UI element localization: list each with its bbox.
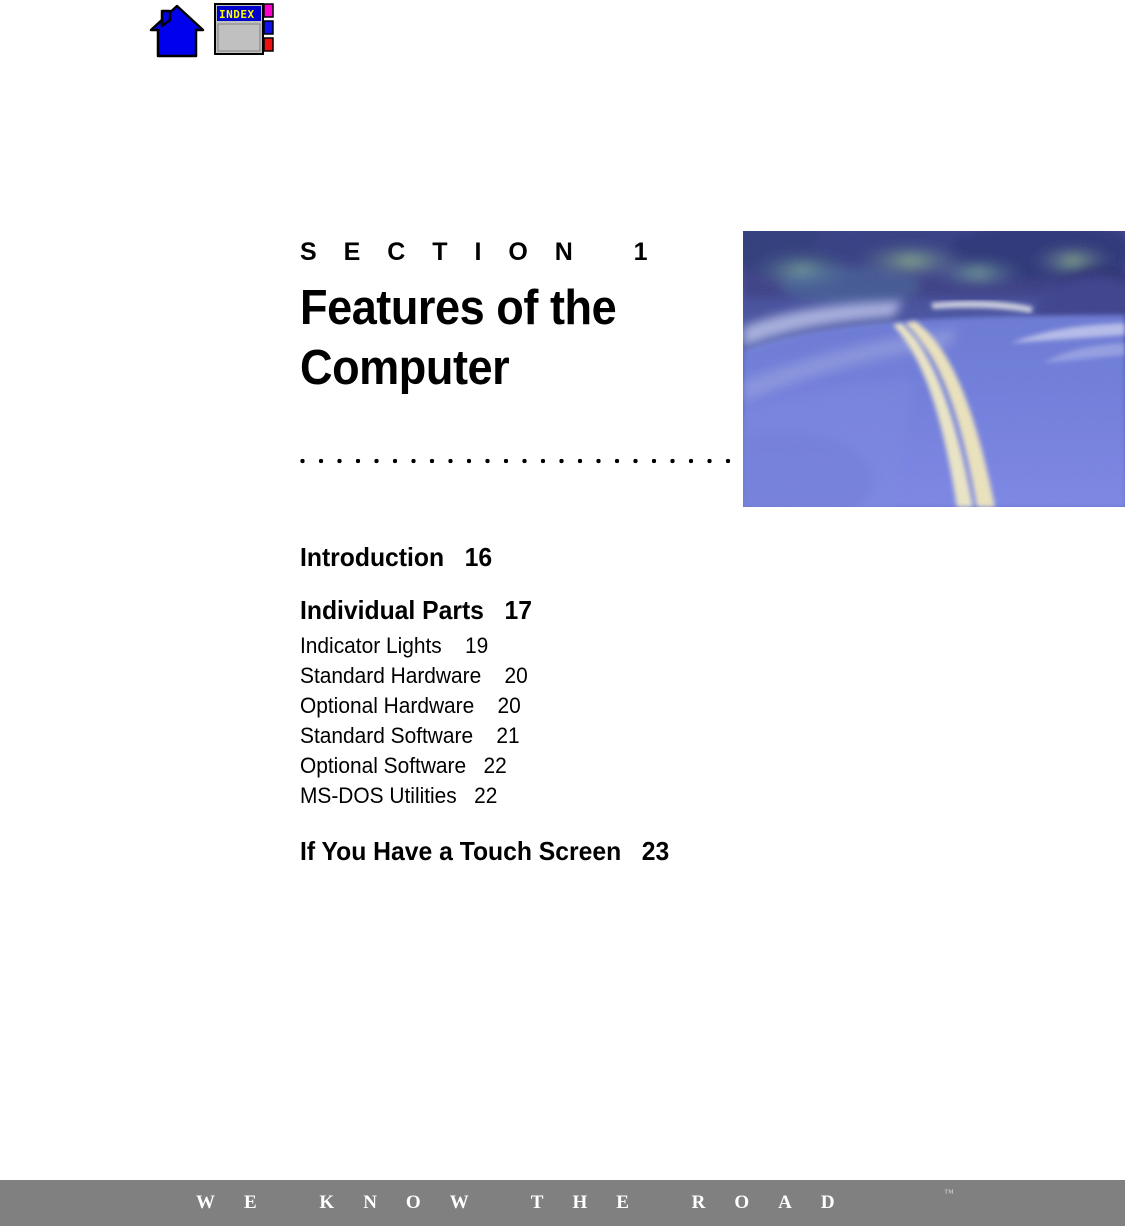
toc-subentries: Indicator Lights 19 Standard Hardware 20… — [300, 631, 820, 810]
toc-entry-indicator-lights[interactable]: Indicator Lights 19 — [300, 631, 794, 661]
trademark-symbol: ™ — [944, 1188, 955, 1199]
toc-entry-touch-screen[interactable]: If You Have a Touch Screen 23 — [300, 836, 794, 867]
index-button[interactable]: INDEX — [214, 2, 276, 58]
footer-tagline-text: WE KNOW THE ROAD — [196, 1192, 864, 1213]
page-title-line-1: Features of the — [300, 281, 617, 335]
toc-entry-individual-parts[interactable]: Individual Parts 17 — [300, 595, 794, 626]
home-button[interactable] — [148, 2, 206, 60]
toc-entry-optional-software[interactable]: Optional Software 22 — [300, 751, 794, 781]
toc-entry-optional-hardware[interactable]: Optional Hardware 20 — [300, 691, 794, 721]
page-title: Features of the Computer — [300, 279, 705, 399]
section-eyebrow: S E C T I O N 1 — [300, 238, 658, 266]
index-icon: INDEX — [214, 3, 274, 55]
road-photo-image — [743, 231, 1125, 507]
index-icon-label: INDEX — [219, 8, 255, 21]
toc-entry-standard-software[interactable]: Standard Software 21 — [300, 721, 794, 751]
road-photo — [743, 231, 1125, 507]
home-icon — [149, 4, 205, 58]
toc-entry-introduction[interactable]: Introduction 16 — [300, 542, 794, 573]
toc-entry-msdos-utilities[interactable]: MS-DOS Utilities 22 — [300, 781, 794, 811]
top-navigation-icons: INDEX — [148, 2, 276, 60]
toc-entry-standard-hardware[interactable]: Standard Hardware 20 — [300, 661, 794, 691]
dotted-divider — [300, 458, 744, 464]
section-heading-block: S E C T I O N 1 Features of the Computer — [300, 240, 740, 399]
table-of-contents: Introduction 16 Individual Parts 17 Indi… — [300, 542, 820, 866]
page-title-line-2: Computer — [300, 340, 510, 395]
footer-tagline-bar: WE KNOW THE ROAD ™ — [0, 1180, 1125, 1226]
